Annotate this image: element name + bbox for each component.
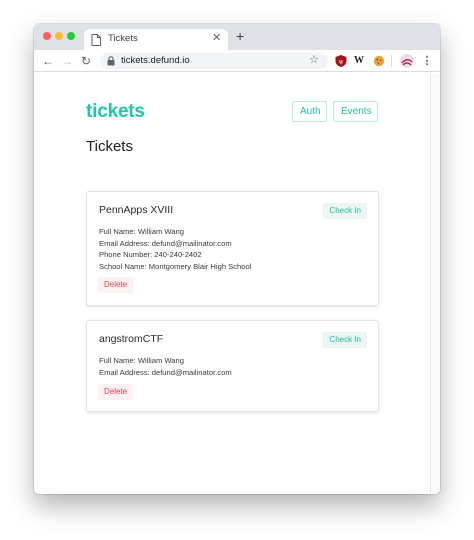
check-in-button[interactable]: Check In xyxy=(323,203,367,219)
maximize-window-button[interactable] xyxy=(67,32,75,40)
browser-window: Tickets ✕ + ← → ↻ tickets.defund.io ☆ u … xyxy=(34,24,440,494)
profile-avatar-icon[interactable] xyxy=(400,54,414,68)
ticket-event-name: PennApps XVIII xyxy=(99,204,174,216)
minimize-window-button[interactable] xyxy=(55,32,63,40)
reload-icon[interactable]: ↻ xyxy=(81,53,91,69)
auth-nav-button[interactable]: Auth xyxy=(292,101,327,122)
ticket-details: Full Name: William Wang Email Address: d… xyxy=(99,355,232,378)
close-tab-icon[interactable]: ✕ xyxy=(212,31,221,44)
ticket-card: PennApps XVIII Check In Full Name: Willi… xyxy=(86,191,379,306)
vertical-scrollbar[interactable] xyxy=(430,73,440,494)
browser-toolbar: ← → ↻ tickets.defund.io ☆ u W ⋮ xyxy=(34,50,440,72)
url-text: tickets.defund.io xyxy=(121,55,190,66)
new-tab-button[interactable]: + xyxy=(236,28,244,44)
address-bar[interactable]: tickets.defund.io ☆ xyxy=(100,53,328,69)
bookmark-star-icon[interactable]: ☆ xyxy=(309,53,319,66)
ticket-event-name: angstromCTF xyxy=(99,333,164,345)
ticket-full-name: Full Name: William Wang xyxy=(99,356,184,365)
page-title: Tickets xyxy=(86,138,133,155)
wikipedia-extension-icon[interactable]: W xyxy=(352,54,366,68)
close-window-button[interactable] xyxy=(43,32,51,40)
delete-button[interactable]: Delete xyxy=(98,384,134,400)
tab-bar: Tickets ✕ + xyxy=(34,24,440,50)
ticket-email: Email Address: defund@mailinator.com xyxy=(99,367,232,377)
events-nav-button[interactable]: Events xyxy=(333,101,378,122)
ticket-full-name: Full Name: William Wang xyxy=(99,227,184,236)
brand-logo[interactable]: tickets xyxy=(86,101,145,123)
check-in-button[interactable]: Check In xyxy=(323,332,367,348)
document-icon xyxy=(91,34,101,46)
delete-button[interactable]: Delete xyxy=(98,277,134,293)
ublock-extension-icon[interactable]: u xyxy=(334,54,348,68)
tab-title: Tickets xyxy=(108,33,138,44)
back-arrow-icon[interactable]: ← xyxy=(42,53,54,69)
ticket-phone: Phone Number: 240-240-2402 xyxy=(99,250,202,259)
ticket-school: School Name: Montgomery Blair High Schoo… xyxy=(99,261,252,271)
lock-icon xyxy=(107,56,115,66)
ticket-card: angstromCTF Check In Full Name: William … xyxy=(86,320,379,412)
ticket-email: Email Address: defund@mailinator.com xyxy=(99,238,232,248)
tab-tickets[interactable]: Tickets ✕ xyxy=(84,29,228,50)
cookie-extension-icon[interactable] xyxy=(372,54,386,68)
svg-text:u: u xyxy=(339,60,343,66)
kebab-menu-icon[interactable]: ⋮ xyxy=(420,54,434,68)
ticket-details: Full Name: William Wang Email Address: d… xyxy=(99,226,251,272)
toolbar-divider xyxy=(391,55,392,67)
forward-arrow-icon[interactable]: → xyxy=(61,53,73,69)
page-content: tickets Auth Events Tickets PennApps XVI… xyxy=(34,73,430,494)
